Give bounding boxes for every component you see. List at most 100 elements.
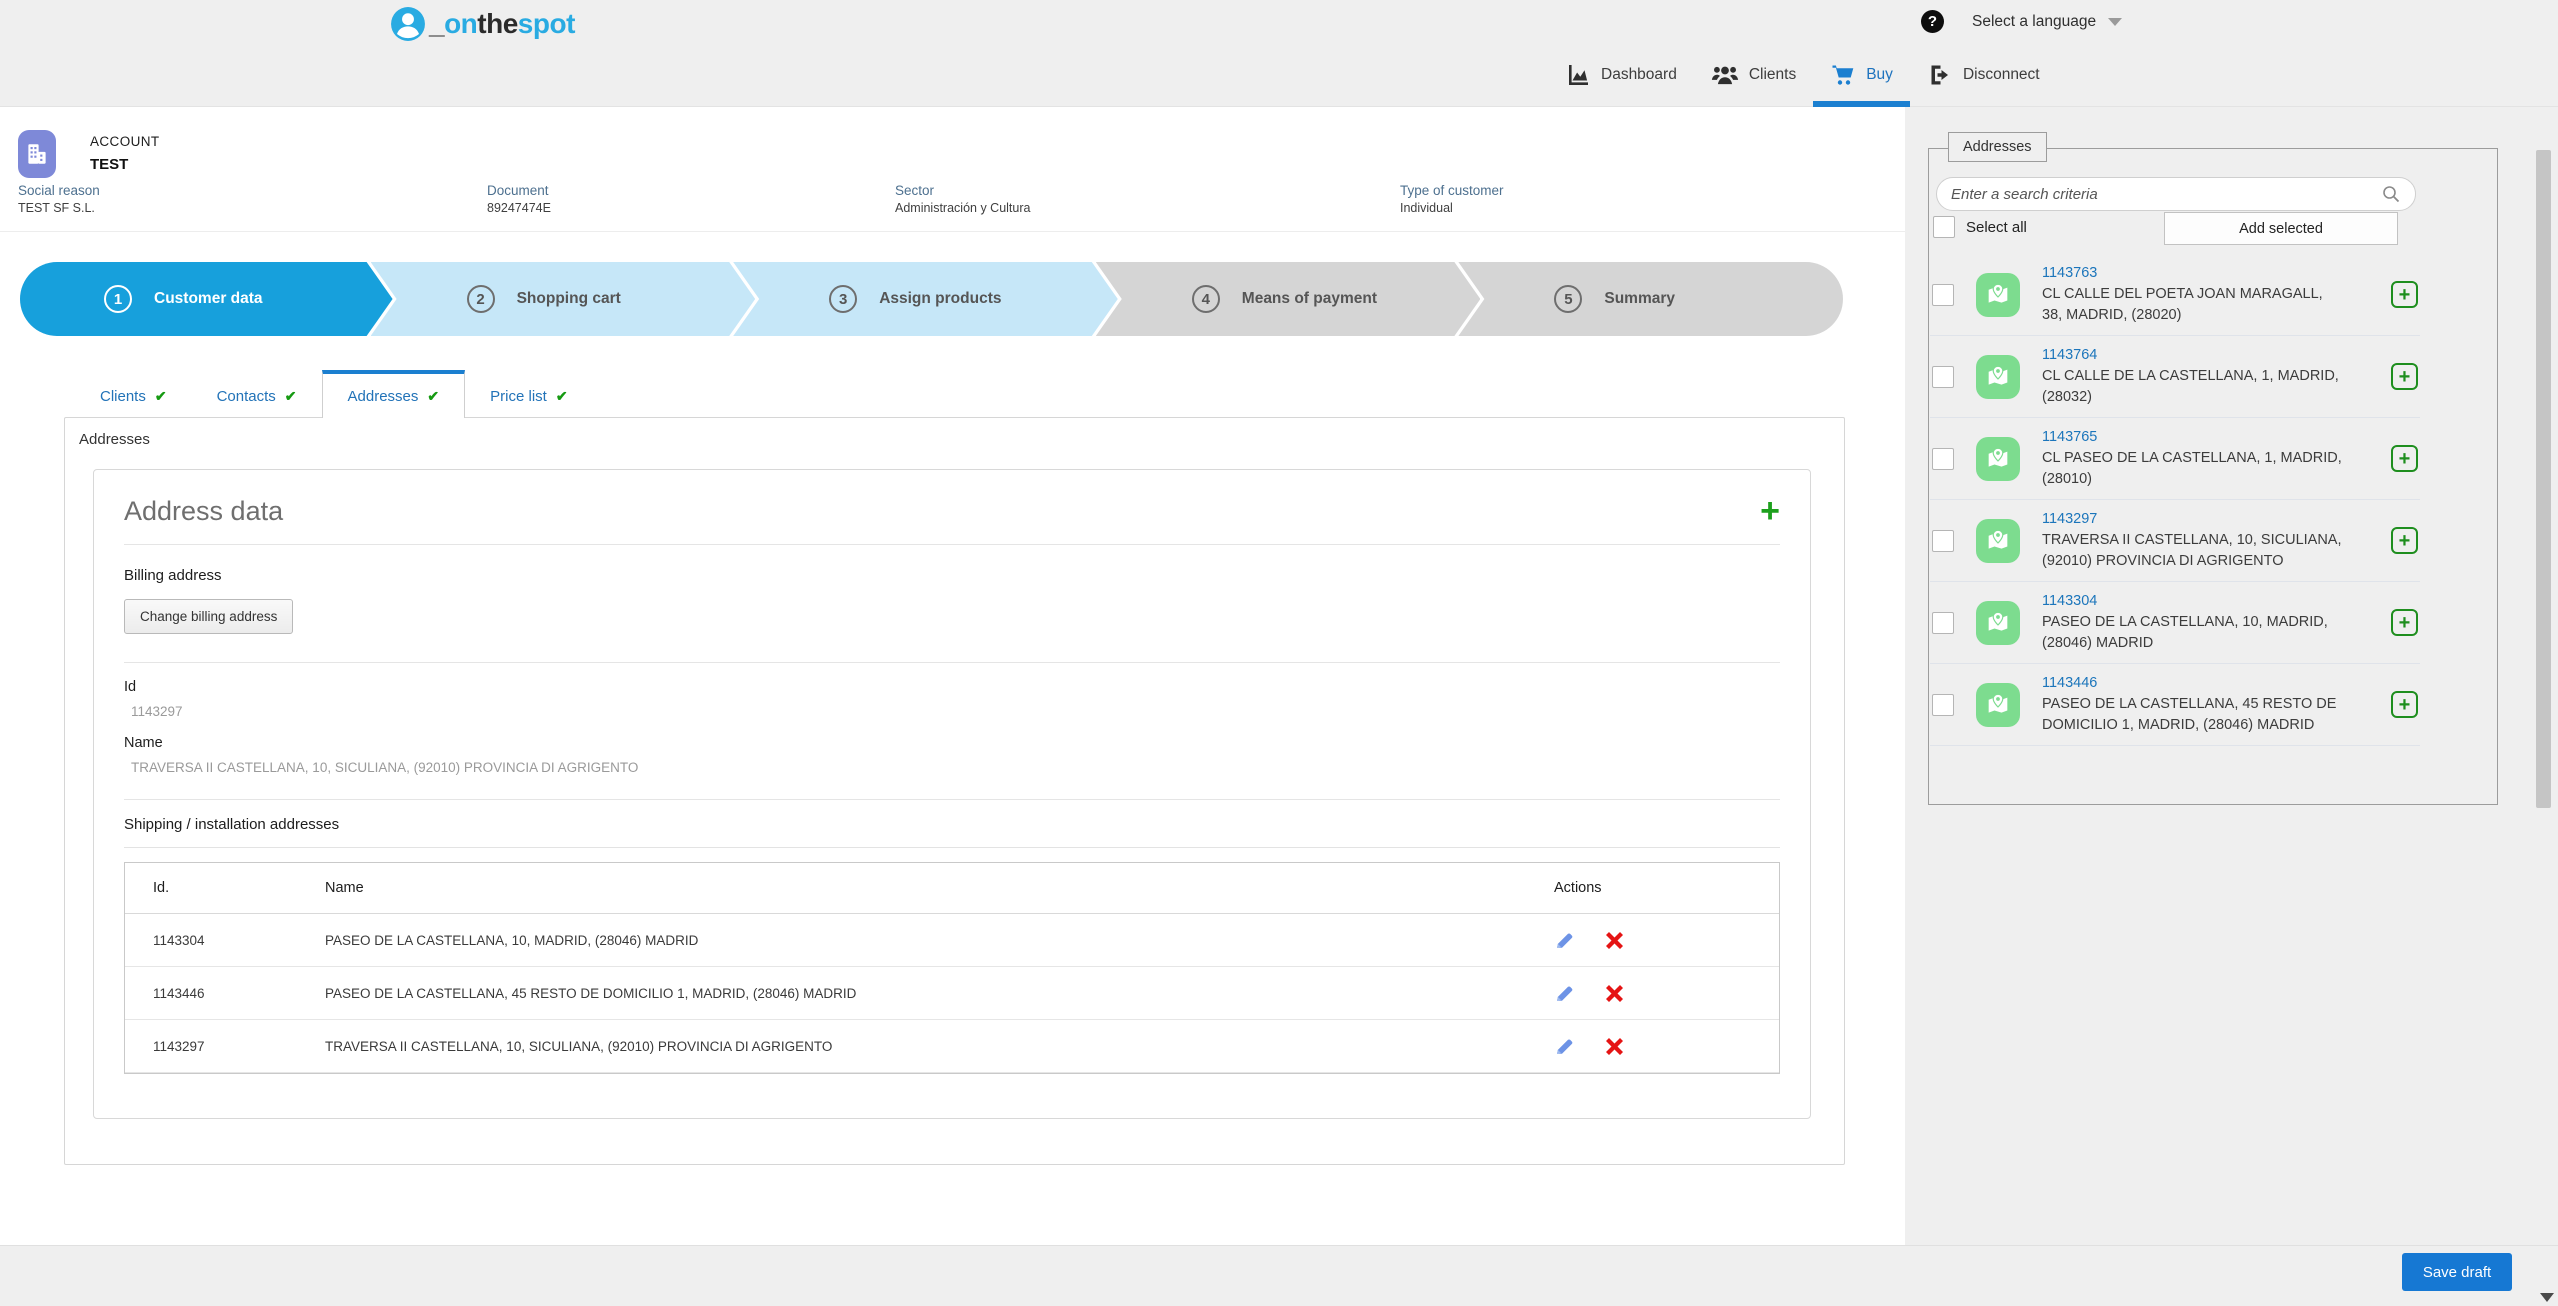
add-address-plus-icon[interactable]: + bbox=[2391, 691, 2418, 718]
divider bbox=[124, 544, 1780, 545]
save-draft-button[interactable]: Save draft bbox=[2402, 1253, 2512, 1291]
row-name: PASEO DE LA CASTELLANA, 10, MADRID, (280… bbox=[315, 914, 1544, 967]
dashboard-chart-icon bbox=[1565, 63, 1591, 87]
name-value: TRAVERSA II CASTELLANA, 10, SICULIANA, (… bbox=[124, 760, 1780, 775]
nav-item-buy[interactable]: Buy bbox=[1813, 42, 1910, 107]
nav-item-label: Buy bbox=[1866, 66, 1893, 84]
clients-people-icon bbox=[1711, 63, 1739, 87]
table-row: 1143304 PASEO DE LA CASTELLANA, 10, MADR… bbox=[125, 914, 1779, 967]
add-address-icon[interactable]: + bbox=[1760, 494, 1780, 528]
sidebar-scrollbar[interactable] bbox=[2536, 150, 2551, 808]
tab-clients[interactable]: Clients ✔ bbox=[75, 374, 192, 418]
column-header-actions: Actions bbox=[1544, 863, 1779, 914]
help-icon[interactable]: ? bbox=[1921, 10, 1944, 33]
delete-x-icon[interactable] bbox=[1604, 930, 1625, 951]
account-field-sector: Sector Administración y Cultura bbox=[895, 183, 1030, 215]
wizard-step-customer-data[interactable]: 1 Customer data bbox=[20, 262, 393, 336]
change-billing-address-button[interactable]: Change billing address bbox=[124, 599, 293, 634]
add-address-plus-icon[interactable]: + bbox=[2391, 445, 2418, 472]
edit-pencil-icon[interactable] bbox=[1554, 929, 1576, 951]
billing-address-label: Billing address bbox=[124, 567, 1780, 584]
row-id: 1143297 bbox=[125, 1020, 315, 1073]
footer-bar bbox=[0, 1245, 2558, 1306]
id-label: Id bbox=[124, 679, 1780, 695]
section-label: Addresses bbox=[65, 418, 1844, 448]
map-pin-icon bbox=[1976, 273, 2020, 317]
search-input[interactable] bbox=[1951, 186, 2381, 203]
address-data-card: Address data + Billing address Change bi… bbox=[93, 469, 1811, 1119]
list-item: 1143765 CL PASEO DE LA CASTELLANA, 1, MAD… bbox=[1930, 418, 2420, 500]
nav-item-label: Dashboard bbox=[1601, 66, 1677, 84]
nav-item-disconnect[interactable]: Disconnect bbox=[1910, 42, 2057, 107]
delete-x-icon[interactable] bbox=[1604, 1036, 1625, 1057]
address-id-link[interactable]: 1143765 bbox=[2042, 429, 2097, 445]
customer-data-tabs: Clients ✔ Contacts ✔ Addresses ✔ Price l… bbox=[75, 374, 593, 418]
add-selected-button[interactable]: Add selected bbox=[2164, 212, 2398, 245]
row-id: 1143446 bbox=[125, 967, 315, 1020]
address-checkbox[interactable] bbox=[1932, 694, 1954, 716]
add-address-plus-icon[interactable]: + bbox=[2391, 527, 2418, 554]
table-header-row: Id. Name Actions bbox=[125, 863, 1779, 914]
account-field-type-of-customer: Type of customer Individual bbox=[1400, 183, 1504, 215]
address-checkbox[interactable] bbox=[1932, 366, 1954, 388]
delete-x-icon[interactable] bbox=[1604, 983, 1625, 1004]
app-logo[interactable]: _onthespot bbox=[390, 6, 575, 42]
address-text: PASEO DE LA CASTELLANA, 10, MADRID, (280… bbox=[2042, 614, 2328, 651]
divider bbox=[124, 799, 1780, 800]
address-checkbox[interactable] bbox=[1932, 530, 1954, 552]
scroll-down-arrow-icon[interactable] bbox=[2540, 1293, 2554, 1302]
account-field-document: Document 89247474E bbox=[487, 183, 551, 215]
nav-item-label: Clients bbox=[1749, 66, 1796, 84]
name-label: Name bbox=[124, 735, 1780, 751]
add-address-plus-icon[interactable]: + bbox=[2391, 609, 2418, 636]
tab-price-list[interactable]: Price list ✔ bbox=[465, 374, 592, 418]
wizard-step-summary[interactable]: 5 Summary bbox=[1458, 262, 1843, 336]
wizard-step-assign-products[interactable]: 3 Assign products bbox=[733, 262, 1118, 336]
address-id-link[interactable]: 1143297 bbox=[2042, 511, 2097, 527]
address-checkbox[interactable] bbox=[1932, 284, 1954, 306]
divider bbox=[0, 231, 1905, 232]
divider bbox=[124, 662, 1780, 663]
map-pin-icon bbox=[1976, 437, 2020, 481]
list-item: 1143304 PASEO DE LA CASTELLANA, 10, MADRI… bbox=[1930, 582, 2420, 664]
check-icon: ✔ bbox=[556, 388, 568, 405]
address-id-link[interactable]: 1143763 bbox=[2042, 265, 2097, 281]
tab-addresses[interactable]: Addresses ✔ bbox=[322, 370, 466, 418]
table-row: 1143446 PASEO DE LA CASTELLANA, 45 RESTO… bbox=[125, 967, 1779, 1020]
account-building-icon bbox=[18, 130, 56, 178]
address-id-link[interactable]: 1143764 bbox=[2042, 347, 2097, 363]
language-selector[interactable]: Select a language bbox=[1972, 13, 2122, 31]
add-address-plus-icon[interactable]: + bbox=[2391, 281, 2418, 308]
edit-pencil-icon[interactable] bbox=[1554, 1035, 1576, 1057]
nav-item-dashboard[interactable]: Dashboard bbox=[1548, 42, 1694, 107]
address-search bbox=[1936, 177, 2416, 211]
table-row: 1143297 TRAVERSA II CASTELLANA, 10, SICU… bbox=[125, 1020, 1779, 1073]
main-nav: Dashboard Clients Buy bbox=[1548, 42, 2057, 107]
row-name: TRAVERSA II CASTELLANA, 10, SICULIANA, (… bbox=[315, 1020, 1544, 1073]
address-text: CL CALLE DE LA CASTELLANA, 1, MADRID, (2… bbox=[2042, 368, 2339, 405]
nav-item-label: Disconnect bbox=[1963, 66, 2040, 84]
logo-text-the: the bbox=[477, 8, 518, 40]
address-id-link[interactable]: 1143446 bbox=[2042, 675, 2097, 691]
add-address-plus-icon[interactable]: + bbox=[2391, 363, 2418, 390]
shipping-addresses-table: Id. Name Actions 1143304 PASEO DE LA CAS… bbox=[124, 862, 1780, 1074]
nav-item-clients[interactable]: Clients bbox=[1694, 42, 1813, 107]
map-pin-icon bbox=[1976, 519, 2020, 563]
wizard-step-means-of-payment[interactable]: 4 Means of payment bbox=[1096, 262, 1481, 336]
address-checkbox[interactable] bbox=[1932, 448, 1954, 470]
shopping-cart-icon bbox=[1830, 63, 1856, 87]
edit-pencil-icon[interactable] bbox=[1554, 982, 1576, 1004]
account-name: TEST bbox=[90, 156, 128, 173]
address-text: CL PASEO DE LA CASTELLANA, 1, MADRID, (2… bbox=[2042, 450, 2342, 487]
person-logo-icon bbox=[390, 6, 426, 42]
addresses-picker-legend: Addresses bbox=[1948, 132, 2047, 162]
address-id-link[interactable]: 1143304 bbox=[2042, 593, 2097, 609]
select-all-checkbox[interactable] bbox=[1933, 216, 1955, 238]
wizard-step-shopping-cart[interactable]: 2 Shopping cart bbox=[371, 262, 756, 336]
address-checkbox[interactable] bbox=[1932, 612, 1954, 634]
tab-contacts[interactable]: Contacts ✔ bbox=[192, 374, 322, 418]
list-item: 1143764 CL CALLE DE LA CASTELLANA, 1, MAD… bbox=[1930, 336, 2420, 418]
map-pin-icon bbox=[1976, 355, 2020, 399]
address-text: CL CALLE DEL POETA JOAN MARAGALL, 38, MA… bbox=[2042, 286, 2323, 323]
row-id: 1143304 bbox=[125, 914, 315, 967]
